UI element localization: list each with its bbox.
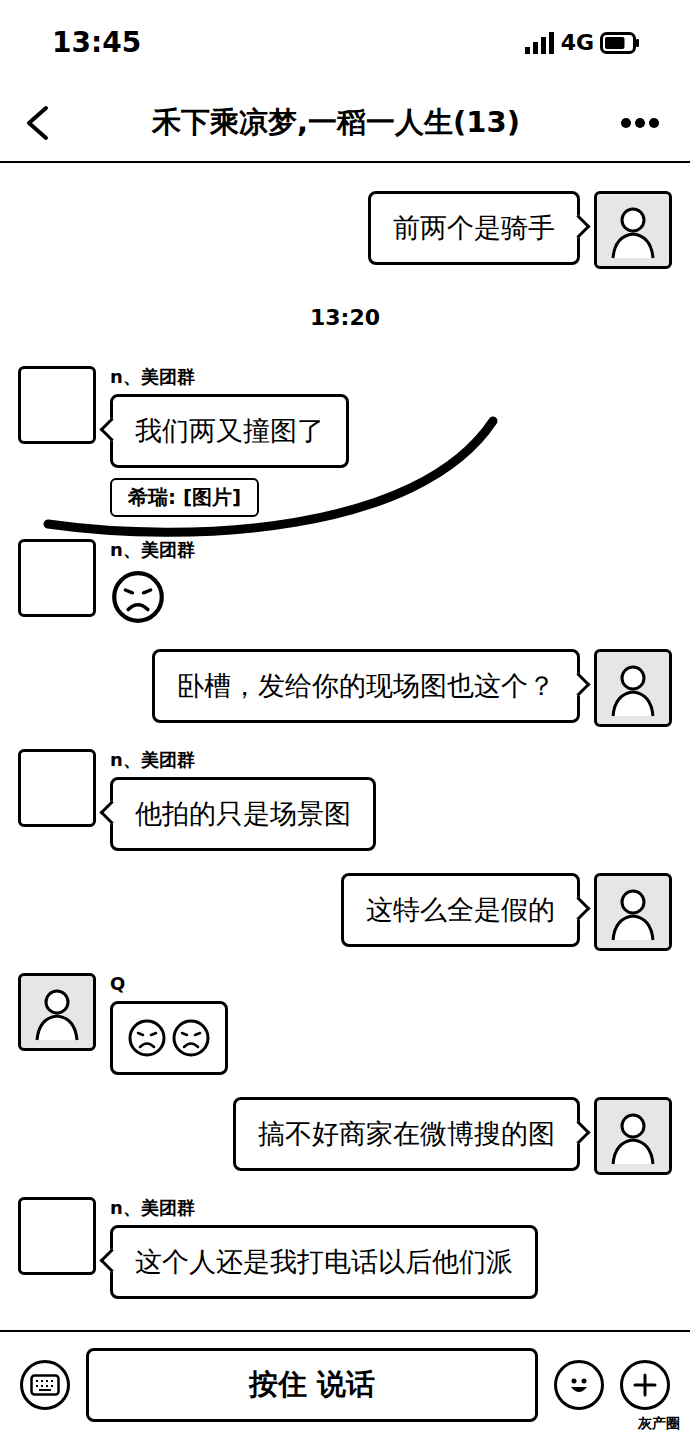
message-content: n、美团群	[110, 539, 195, 627]
message-bubble[interactable]: 这特么全是假的	[341, 873, 580, 947]
keyboard-button[interactable]	[20, 1360, 70, 1410]
chat-screen: 13:454G禾下乘凉梦,一稻一人生(13)前两个是骑手13:20n、美团群我们…	[0, 0, 690, 1437]
message-bubble[interactable]: 他拍的只是场景图	[110, 777, 376, 851]
avatar-figure-icon	[603, 1106, 663, 1166]
avatar[interactable]	[594, 649, 672, 727]
avatar-figure-icon	[603, 882, 663, 942]
time-stamp: 13:20	[18, 291, 672, 344]
plus-icon	[632, 1372, 658, 1398]
message-row: 前两个是骑手	[18, 191, 672, 269]
message-row: n、美团群这个人还是我打电话以后他们派	[18, 1197, 672, 1299]
avatar[interactable]	[18, 539, 96, 617]
message-bubble[interactable]: 前两个是骑手	[368, 191, 580, 265]
message-row: 这特么全是假的	[18, 873, 672, 951]
more-icon[interactable]	[620, 117, 660, 129]
message-row: n、美团群我们两又撞图了希瑞: [图片]	[18, 366, 672, 517]
message-content: 搞不好商家在微博搜的图	[233, 1097, 580, 1171]
message-row: 卧槽，发给你的现场图也这个？	[18, 649, 672, 727]
status-time: 13:45	[52, 26, 141, 59]
input-bar: 按住 说话	[0, 1330, 690, 1437]
sender-name: Q	[110, 973, 125, 995]
message-row: Q	[18, 973, 672, 1075]
sad-face-icon	[171, 1018, 211, 1058]
message-row: 搞不好商家在微博搜的图	[18, 1097, 672, 1175]
avatar[interactable]	[594, 873, 672, 951]
chat-header: 禾下乘凉梦,一稻一人生(13)	[0, 85, 690, 163]
sticker[interactable]	[110, 1001, 228, 1075]
sad-face-icon	[127, 1018, 167, 1058]
avatar[interactable]	[594, 191, 672, 269]
hold-to-talk-button[interactable]: 按住 说话	[86, 1348, 538, 1422]
quote-reference[interactable]: 希瑞: [图片]	[110, 478, 259, 517]
message-row: n、美团群他拍的只是场景图	[18, 749, 672, 851]
keyboard-icon	[30, 1374, 60, 1396]
message-content: n、美团群他拍的只是场景图	[110, 749, 376, 851]
message-content: n、美团群这个人还是我打电话以后他们派	[110, 1197, 538, 1299]
message-content: 前两个是骑手	[368, 191, 580, 265]
sad-face-icon	[110, 569, 166, 625]
status-bar: 13:45 4G	[0, 0, 690, 85]
avatar-figure-icon	[27, 982, 87, 1042]
smile-icon	[563, 1369, 595, 1401]
chat-title: 禾下乘凉梦,一稻一人生(13)	[152, 103, 520, 143]
battery-icon	[600, 32, 640, 54]
sender-name: n、美团群	[110, 366, 195, 388]
message-content: 这特么全是假的	[341, 873, 580, 947]
message-row: n、美团群	[18, 539, 672, 627]
avatar[interactable]	[594, 1097, 672, 1175]
plus-button[interactable]	[620, 1360, 670, 1410]
emoji-button[interactable]	[554, 1360, 604, 1410]
back-icon[interactable]	[22, 105, 52, 141]
avatar[interactable]	[18, 1197, 96, 1275]
message-bubble[interactable]: 卧槽，发给你的现场图也这个？	[152, 649, 580, 723]
sender-name: n、美团群	[110, 749, 195, 771]
message-bubble[interactable]: 这个人还是我打电话以后他们派	[110, 1225, 538, 1299]
avatar[interactable]	[18, 973, 96, 1051]
annotation-curve-icon	[38, 406, 518, 541]
watermark: 灰产圈	[636, 1415, 682, 1433]
network-type: 4G	[561, 30, 594, 55]
sender-name: n、美团群	[110, 539, 195, 561]
message-bubble[interactable]: 搞不好商家在微博搜的图	[233, 1097, 580, 1171]
avatar[interactable]	[18, 749, 96, 827]
sender-name: n、美团群	[110, 1197, 195, 1219]
avatar[interactable]	[18, 366, 96, 444]
signal-icon	[525, 32, 555, 54]
message-content: n、美团群我们两又撞图了希瑞: [图片]	[110, 366, 349, 517]
avatar-figure-icon	[603, 200, 663, 260]
avatar-figure-icon	[603, 658, 663, 718]
message-content: 卧槽，发给你的现场图也这个？	[152, 649, 580, 723]
message-list: 前两个是骑手13:20n、美团群我们两又撞图了希瑞: [图片]n、美团群卧槽，发…	[0, 163, 690, 1330]
message-content: Q	[110, 973, 228, 1075]
status-indicators: 4G	[525, 30, 640, 55]
sticker[interactable]	[110, 567, 166, 627]
message-bubble[interactable]: 我们两又撞图了	[110, 394, 349, 468]
